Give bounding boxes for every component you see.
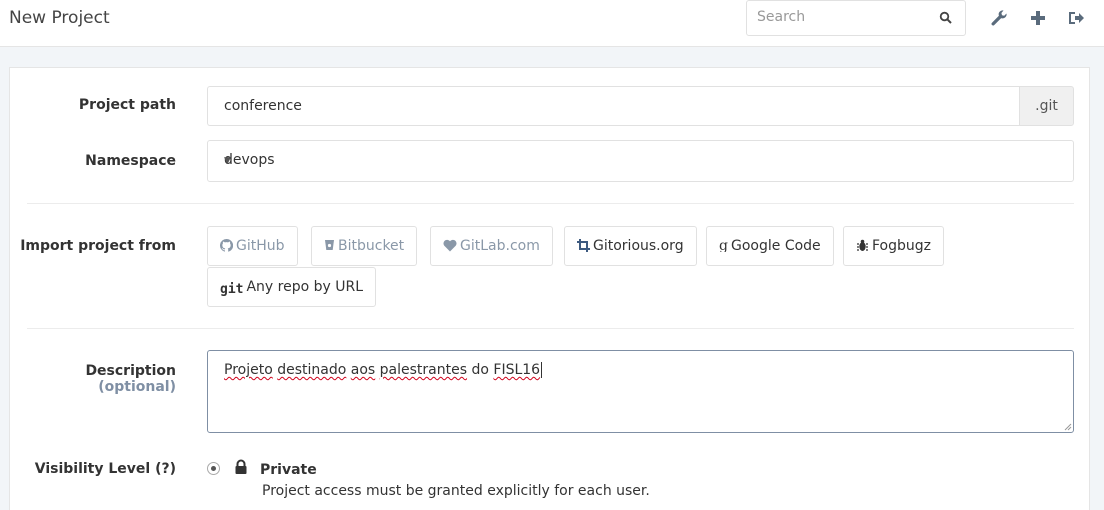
search-input[interactable] — [757, 9, 927, 25]
import-any-repo-label: Any repo by URL — [246, 279, 364, 295]
description-value: Projeto destinado aos palestrantes do FI… — [224, 362, 543, 378]
svg-text:g: g — [719, 238, 728, 252]
crop-icon — [577, 239, 590, 252]
chevron-down-icon: ▼ — [224, 156, 231, 166]
import-bitbucket-label: Bitbucket — [338, 238, 405, 254]
project-path-value: conference — [224, 98, 302, 114]
import-fogbugz-button[interactable]: Fogbugz — [843, 226, 945, 266]
namespace-label: Namespace — [85, 153, 176, 169]
plus-icon[interactable] — [1028, 8, 1048, 28]
namespace-select[interactable]: devops ▼ — [207, 140, 1074, 182]
new-project-form: Project path conference .git Namespace d… — [9, 67, 1090, 510]
sign-out-icon[interactable] — [1066, 8, 1086, 28]
visibility-label: Visibility Level (?) — [34, 461, 176, 477]
import-gitlab-button[interactable]: GitLab.com — [430, 226, 553, 266]
import-google-code-button[interactable]: g Google Code — [706, 226, 834, 266]
import-google-code-label: Google Code — [731, 238, 821, 254]
description-label: Description (optional) — [6, 363, 176, 395]
git-icon: git — [220, 282, 244, 297]
google-icon: g — [719, 238, 728, 254]
wrench-icon[interactable] — [989, 8, 1009, 28]
bitbucket-icon — [325, 240, 334, 250]
import-bitbucket-button[interactable]: Bitbucket — [311, 226, 418, 266]
search-box[interactable] — [746, 0, 966, 36]
project-path-input[interactable]: conference — [207, 86, 1020, 126]
project-path-label: Project path — [78, 97, 176, 113]
import-gitlab-label: GitLab.com — [460, 238, 540, 254]
divider — [27, 203, 1074, 204]
top-header: New Project — [0, 0, 1104, 47]
git-suffix-addon: .git — [1019, 86, 1074, 126]
import-gitorious-button[interactable]: Gitorious.org — [564, 226, 697, 266]
import-github-button[interactable]: GitHub — [207, 226, 298, 266]
bug-icon — [857, 239, 868, 251]
import-label: Import project from — [20, 238, 176, 254]
resize-handle[interactable] — [1064, 423, 1072, 431]
search-icon[interactable] — [939, 11, 953, 25]
import-github-label: GitHub — [236, 238, 285, 254]
visibility-private-title: Private — [260, 462, 317, 478]
page-title: New Project — [9, 8, 110, 28]
import-fogbugz-label: Fogbugz — [872, 238, 932, 254]
import-any-repo-button[interactable]: git Any repo by URL — [207, 267, 377, 307]
heart-icon — [443, 239, 457, 252]
visibility-private-description: Project access must be granted explicitl… — [262, 483, 650, 499]
divider — [27, 328, 1074, 329]
description-label-text: Description — [85, 363, 176, 379]
optional-hint: (optional) — [98, 379, 176, 395]
import-gitorious-label: Gitorious.org — [593, 238, 684, 254]
visibility-private-radio[interactable] — [207, 462, 220, 475]
github-icon — [219, 238, 234, 252]
lock-icon — [235, 459, 247, 474]
description-textarea[interactable]: Projeto destinado aos palestrantes do FI… — [207, 350, 1074, 433]
